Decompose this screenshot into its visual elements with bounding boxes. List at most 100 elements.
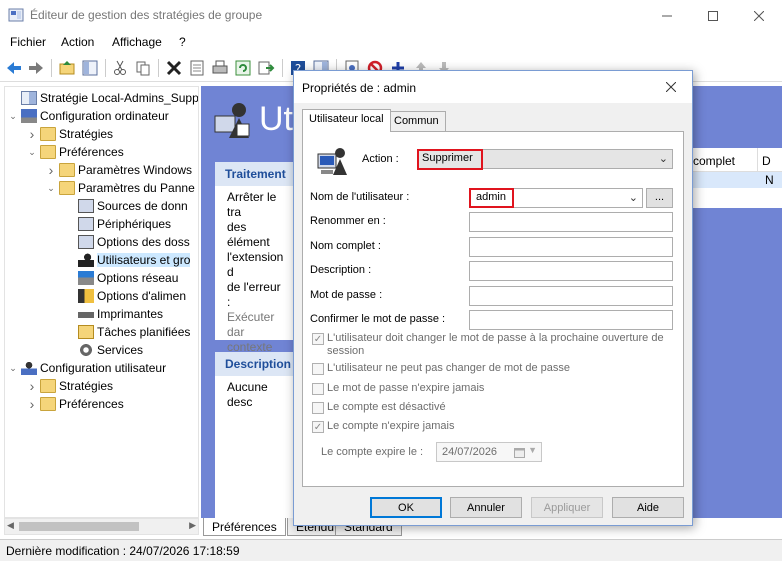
cancel-button[interactable]: Annuler [450, 497, 522, 518]
scroll-right-icon[interactable]: ▶ [189, 520, 196, 531]
help-button[interactable]: Aide [612, 497, 684, 518]
tree-item[interactable]: Imprimantes [64, 305, 163, 323]
chevron-right-icon[interactable]: › [26, 378, 38, 394]
tree-item[interactable]: › Stratégies [26, 125, 113, 143]
account-never-expires-checkbox[interactable]: ✓ Le compte n'expire jamais [312, 420, 672, 433]
tree-item[interactable]: Stratégie Local-Admins_Suppr [ [7, 89, 198, 107]
chevron-down-icon[interactable]: ⌄ [45, 183, 57, 194]
back-icon[interactable] [5, 59, 23, 77]
menu-affichage[interactable]: Affichage [112, 35, 162, 49]
tree-item[interactable]: Sources de donn [64, 197, 188, 215]
tree-item-label: Imprimantes [97, 307, 164, 321]
tree-item[interactable]: Tâches planifiées [64, 323, 190, 341]
fullname-field[interactable] [469, 236, 673, 257]
checkbox-label: Le compte n'expire jamais [327, 420, 455, 432]
processing-line: Arrêter le tra [227, 190, 277, 219]
tree-item[interactable]: Périphériques [64, 215, 171, 233]
users-icon [78, 253, 94, 267]
description-field[interactable] [469, 261, 673, 281]
export-icon[interactable] [257, 59, 275, 77]
scroll-thumb[interactable] [19, 522, 139, 531]
column-header-fullname[interactable]: complet D [685, 148, 782, 172]
password-field[interactable] [469, 285, 673, 306]
tree-horizontal-scrollbar[interactable]: ◀ ▶ [4, 518, 199, 535]
up-folder-icon[interactable] [58, 59, 76, 77]
browse-user-button[interactable]: ... [646, 188, 673, 208]
chevron-down-icon[interactable]: ⌄ [26, 147, 38, 158]
toolbar-separator [51, 59, 52, 77]
chevron-right-icon[interactable]: › [26, 126, 38, 142]
tree-item[interactable]: Utilisateurs et gro [64, 251, 191, 269]
password-never-expires-checkbox[interactable]: Le mot de passe n'expire jamais [312, 382, 672, 395]
tree-item-label: Stratégies [59, 127, 114, 141]
chevron-down-icon[interactable]: ⌄ [7, 111, 19, 122]
dialog-close-button[interactable] [650, 71, 692, 103]
printer-icon [78, 307, 94, 321]
minimize-button[interactable] [644, 0, 690, 31]
tree-item[interactable]: Options d'alimen [64, 287, 186, 305]
tree-item-label: Préférences [59, 145, 124, 159]
fullname-label: Nom complet : [310, 239, 381, 252]
menu-action[interactable]: Action [61, 35, 94, 49]
tree-item[interactable]: › Paramètres Windows [45, 161, 192, 179]
window-title: Éditeur de gestion des stratégies de gro… [30, 8, 263, 22]
tree-item-label: Options d'alimen [97, 289, 187, 303]
checkmark-icon: ✓ [312, 333, 324, 345]
expires-date-picker[interactable]: 24/07/2026 ▼ [436, 442, 542, 462]
cannot-change-password-checkbox[interactable]: L'utilisateur ne peut pas changer de mot… [312, 362, 672, 375]
column-header-description[interactable]: D [757, 148, 775, 172]
tree-item[interactable]: Options réseau [64, 269, 178, 287]
forward-icon[interactable] [27, 59, 45, 77]
close-button[interactable] [736, 0, 782, 31]
tree-item[interactable]: › Préférences [26, 395, 124, 413]
apply-button[interactable]: Appliquer [531, 497, 603, 518]
refresh-icon[interactable] [234, 59, 252, 77]
cut-icon[interactable] [111, 59, 129, 77]
action-label: Action : [362, 153, 399, 165]
tree-item[interactable]: ⌄ Préférences [26, 143, 124, 161]
copy-icon[interactable] [134, 59, 152, 77]
dialog-titlebar: Propriétés de : admin [294, 71, 692, 103]
items-list: complet D N [685, 148, 782, 208]
processing-line: de l'erreur : [227, 280, 281, 309]
username-value: admin [469, 188, 514, 208]
list-item[interactable]: N [685, 172, 782, 188]
tasks-icon [78, 325, 94, 339]
print-icon[interactable] [211, 59, 229, 77]
menu-help[interactable]: ? [179, 35, 186, 49]
description-label: Description : [310, 264, 372, 276]
scroll-left-icon[interactable]: ◀ [7, 520, 14, 531]
tree-item[interactable]: Options des doss [64, 233, 190, 251]
chevron-down-icon[interactable]: ⌄ [7, 363, 19, 374]
folder-icon [40, 379, 56, 393]
tree-item[interactable]: ⌄ Configuration ordinateur [7, 107, 169, 125]
folder-icon [40, 145, 56, 159]
processing-header: Traitement [215, 162, 295, 186]
must-change-password-checkbox[interactable]: ✓ L'utilisateur doit changer le mot de pa… [312, 332, 672, 358]
maximize-button[interactable] [690, 0, 736, 31]
chevron-right-icon[interactable]: › [45, 162, 57, 178]
show-tree-icon[interactable] [81, 59, 99, 77]
tree-item[interactable]: ⌄ Configuration utilisateur [7, 359, 166, 377]
datasrc-icon [78, 199, 94, 213]
chevron-right-icon[interactable]: › [26, 396, 38, 412]
properties-icon[interactable] [188, 59, 206, 77]
tree-item[interactable]: ⌄ Paramètres du Panne [45, 179, 195, 197]
ok-button[interactable]: OK [370, 497, 442, 518]
checkbox-label: L'utilisateur doit changer le mot de pas… [327, 332, 664, 357]
confirm-password-field[interactable] [469, 310, 673, 330]
toolbar-separator [105, 59, 106, 77]
services-icon [78, 343, 94, 357]
delete-icon[interactable] [165, 59, 183, 77]
tab-preferences[interactable]: Préférences [203, 518, 286, 536]
tree-item[interactable]: Services [64, 341, 143, 359]
rename-field[interactable] [469, 212, 673, 232]
account-disabled-checkbox[interactable]: Le compte est désactivé [312, 401, 672, 414]
description-header: Description [215, 352, 295, 376]
user-icon [21, 361, 37, 375]
menu-fichier[interactable]: Fichier [10, 35, 46, 49]
tab-local-user[interactable]: Utilisateur local [302, 109, 391, 132]
status-text: Dernière modification : 24/07/2026 17:18… [6, 544, 240, 558]
tree-item[interactable]: › Stratégies [26, 377, 113, 395]
tab-common[interactable]: Commun [387, 111, 446, 131]
